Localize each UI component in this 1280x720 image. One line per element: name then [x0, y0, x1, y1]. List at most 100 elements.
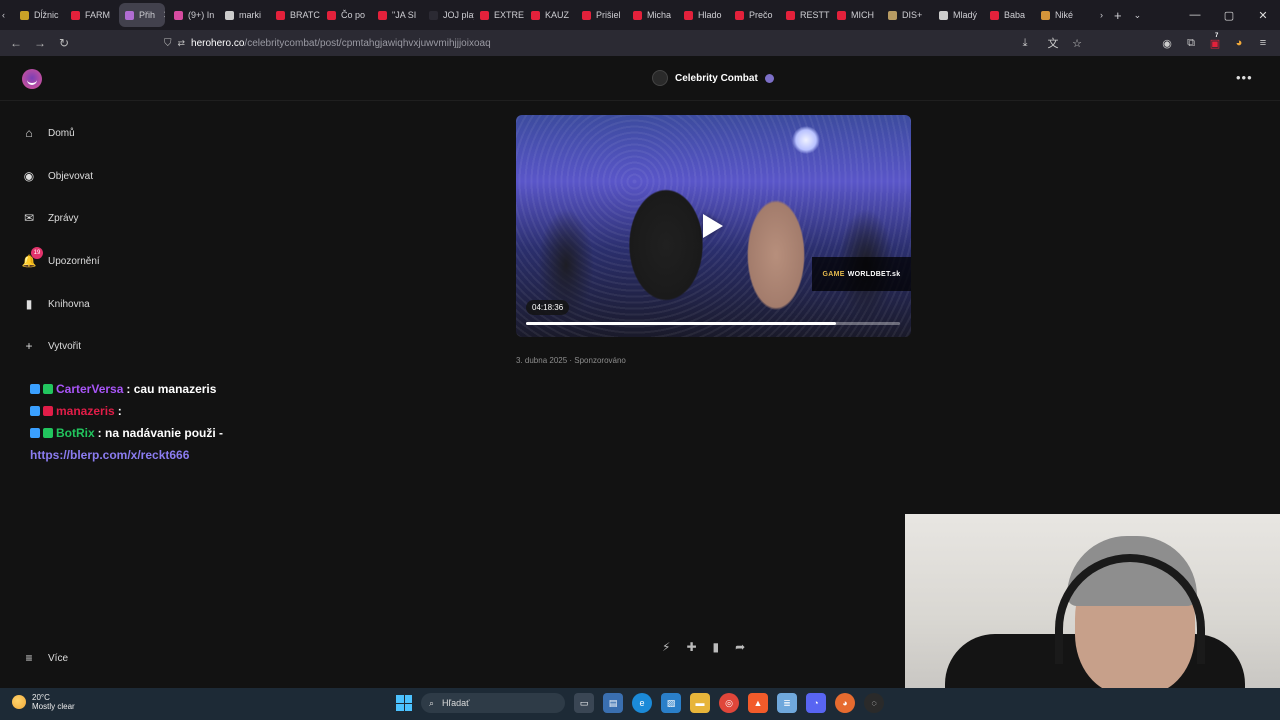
comment-add-icon[interactable]: ✚ [686, 640, 696, 654]
video-player[interactable]: GAME WORLDBET.sk 04:18:36 [516, 115, 911, 337]
extension-badge-icon[interactable]: ▣ 7 [1206, 33, 1224, 50]
tab-label: MICH [851, 10, 874, 20]
herohero-logo-icon[interactable] [22, 69, 42, 89]
browser-tab[interactable]: BRATC [270, 0, 321, 30]
windows-taskbar: 20°C Mostly clear ⌕ Hľadať ▭ ▤ e ▨ ▬ ◎ ▲ ≣… [0, 688, 1280, 720]
browser-tab[interactable]: Niké [1035, 0, 1086, 30]
browser-tab[interactable]: DIS+ [882, 0, 933, 30]
sidebar-item-label: Upozornění [48, 255, 100, 267]
store-icon[interactable]: ▤ [603, 693, 623, 713]
forward-icon[interactable]: → [28, 36, 52, 50]
header-divider [0, 100, 1280, 101]
sponsor-overlay: GAME WORLDBET.sk [812, 257, 911, 291]
back-icon[interactable]: ← [4, 36, 28, 50]
notepad-icon[interactable]: ≣ [777, 693, 797, 713]
browser-tab[interactable]: FARM [65, 0, 116, 30]
bolt-icon[interactable]: ⚡ [662, 640, 670, 654]
browser-tab[interactable]: Mladý [933, 0, 984, 30]
tab-label: DIS+ [902, 10, 923, 20]
favicon-icon [225, 10, 234, 20]
sidebar-item-plus[interactable]: + Vytvořit [22, 335, 172, 357]
browser-tab[interactable]: RESTT [780, 0, 831, 30]
creator-header[interactable]: Celebrity Combat [652, 70, 774, 86]
browser-tab[interactable]: KAUZ [525, 0, 576, 30]
taskbar-search[interactable]: ⌕ Hľadať [421, 693, 565, 713]
more-options-icon[interactable]: ••• [1236, 70, 1253, 85]
tab-scroll-left[interactable]: ‹ [0, 0, 14, 30]
chat-link[interactable]: https://blerp.com/x/reckt666 [30, 444, 223, 466]
photos-icon[interactable]: ▨ [661, 693, 681, 713]
favicon-icon [531, 10, 540, 20]
share-icon[interactable]: ➦ [735, 640, 745, 654]
creator-avatar[interactable] [652, 70, 668, 86]
browser-tab[interactable]: Prečo [729, 0, 780, 30]
extensions-icon[interactable]: ⧉ [1182, 37, 1200, 50]
browser-tab[interactable]: EXTRE [474, 0, 525, 30]
sidebar-item-mail[interactable]: ✉ Zprávy [22, 207, 172, 229]
chat-message: manazeris : [30, 400, 223, 422]
tab-label: Hlado [698, 10, 722, 20]
chat-badge-icon [43, 428, 53, 438]
tab-scroll-right[interactable]: › [1094, 0, 1108, 30]
task-view-icon[interactable]: ▭ [574, 693, 594, 713]
address-bar[interactable]: ⛉ ⇄ herohero.co/celebritycombat/post/cpm… [160, 33, 1078, 53]
browser-tab[interactable]: "JA SI [372, 0, 423, 30]
favicon-icon [378, 10, 387, 20]
play-icon[interactable] [703, 214, 723, 238]
browser-tab[interactable]: Dĺžnic [14, 0, 65, 30]
tab-label: marki [239, 10, 261, 20]
extension-badge: 7 [1215, 32, 1219, 39]
chrome-icon[interactable]: ◎ [719, 693, 739, 713]
file-explorer-icon[interactable]: ▬ [690, 693, 710, 713]
video-progress-fill [526, 322, 837, 325]
close-tab-icon[interactable]: ✕ [163, 10, 165, 21]
browser-tab[interactable]: Micha [627, 0, 678, 30]
bookmark-icon[interactable]: ▮ [713, 640, 720, 654]
browser-tab[interactable]: MICH [831, 0, 882, 30]
tab-label: "JA SI [392, 10, 417, 20]
favicon-icon [174, 10, 183, 20]
weather-widget[interactable]: 20°C Mostly clear [12, 693, 75, 711]
browser-tab[interactable]: Čo po [321, 0, 372, 30]
notification-badge: 19 [31, 247, 43, 259]
browser-tab[interactable]: (9+) In [168, 0, 219, 30]
account-icon[interactable]: ◉ [1158, 37, 1176, 50]
firefox-icon[interactable]: ◕ [835, 693, 855, 713]
creator-name[interactable]: Celebrity Combat [675, 73, 758, 84]
edge-icon[interactable]: e [632, 693, 652, 713]
brave-icon[interactable]: ▲ [748, 693, 768, 713]
install-icon[interactable]: ⤓ [1016, 37, 1034, 50]
minimize-icon[interactable]: — [1178, 9, 1212, 21]
sidebar-item-bell[interactable]: 🔔 19 Upozornění [22, 247, 172, 272]
webcam-overlay [905, 514, 1280, 688]
favicon-icon [939, 10, 948, 20]
sidebar-item-home[interactable]: ⌂ Domů [22, 122, 172, 144]
tab-label: Micha [647, 10, 672, 20]
new-tab-button[interactable]: + [1108, 0, 1128, 30]
browser-tab[interactable]: JOJ play [423, 0, 474, 30]
menu-icon[interactable]: ≡ [1254, 37, 1272, 49]
profile-icon[interactable]: ◕ [1230, 37, 1248, 49]
obs-icon[interactable]: ◌ [864, 693, 884, 713]
browser-tab[interactable]: Baba [984, 0, 1035, 30]
close-icon[interactable]: ✕ [1246, 9, 1280, 22]
video-progress-bar[interactable] [526, 322, 900, 325]
sidebar-item-more[interactable]: ≡ Více [22, 647, 172, 669]
discord-icon[interactable]: ◔ [806, 693, 826, 713]
tab-label: Přih [139, 10, 156, 20]
sidebar-item-bookmark[interactable]: ▮ Knihovna [22, 293, 172, 315]
sidebar-item-compass[interactable]: ◉ Objevovat [22, 165, 172, 187]
site-settings-icon[interactable]: ⇄ [178, 38, 186, 49]
browser-tab[interactable]: marki [219, 0, 270, 30]
reload-icon[interactable]: ↻ [52, 36, 76, 50]
browser-tab[interactable]: Prišiel [576, 0, 627, 30]
windows-start-icon[interactable] [396, 695, 412, 711]
browser-tab[interactable]: Hlado [678, 0, 729, 30]
star-icon[interactable]: ☆ [1068, 37, 1086, 50]
maximize-icon[interactable]: ▢ [1212, 9, 1246, 22]
translate-icon[interactable]: 文 [1044, 35, 1062, 51]
browser-tab[interactable]: Přih ✕ [119, 3, 165, 27]
taskbar-center: ⌕ Hľadať ▭ ▤ e ▨ ▬ ◎ ▲ ≣ ◔ ◕ ◌ [396, 693, 884, 713]
url-host: herohero.co [191, 37, 245, 49]
tab-list-button[interactable]: ⌄ [1128, 0, 1148, 30]
